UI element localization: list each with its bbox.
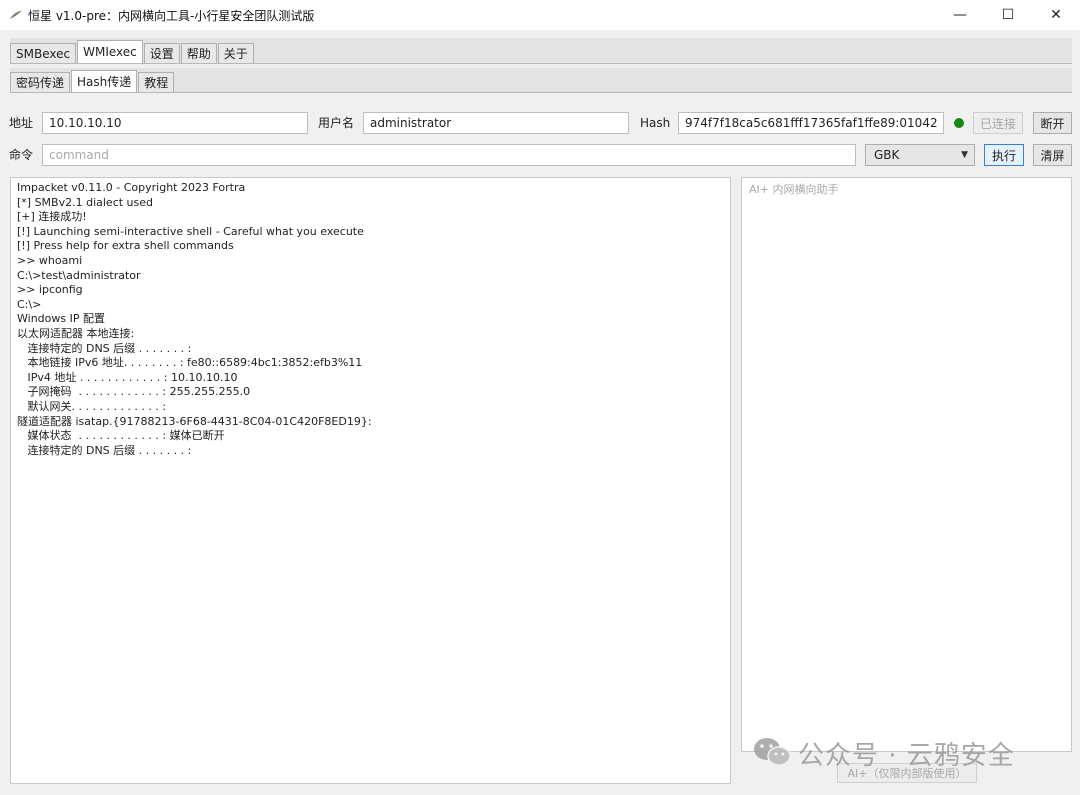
tab-settings[interactable]: 设置 (143, 43, 180, 63)
connection-row: 地址 用户名 Hash 已连接 断开 (0, 112, 1080, 136)
output-line: 隧道适配器 isatap.{91788213-6F68-4431-8C04-01… (17, 414, 372, 428)
output-line: 连接特定的 DNS 后缀 . . . . . . . : (17, 443, 192, 457)
command-row: 命令 GBK ▼ 执行 清屏 (0, 144, 1080, 168)
output-line: 媒体状态 . . . . . . . . . . . . : 媒体已断开 (17, 429, 225, 443)
output-line: >> whoami (17, 253, 83, 267)
title-bar: 恒星 v1.0-pre：内网横向工具-小行星安全团队测试版 — ☐ ✕ (0, 0, 1080, 30)
dropdown-arrow-icon: ▼ (961, 150, 968, 160)
hash-input[interactable] (685, 113, 937, 133)
encoding-select[interactable]: GBK ▼ (865, 144, 975, 166)
command-field[interactable] (42, 144, 856, 166)
clear-screen-button[interactable]: 清屏 (1033, 144, 1072, 166)
address-field[interactable] (42, 112, 308, 134)
wechat-logo-icon (752, 735, 792, 772)
output-line: Impacket v0.11.0 - Copyright 2023 Fortra (17, 181, 246, 194)
output-line: 本地链接 IPv6 地址. . . . . . . . : fe80::6589… (17, 356, 363, 370)
tab-wmiexec[interactable]: WMIexec (77, 40, 143, 63)
app-window: 恒星 v1.0-pre：内网横向工具-小行星安全团队测试版 — ☐ ✕ SMBe… (0, 0, 1080, 795)
disconnect-button[interactable]: 断开 (1033, 112, 1072, 134)
hash-label: Hash (640, 116, 671, 130)
output-line: [*] SMBv2.1 dialect used (17, 195, 154, 209)
tab-about[interactable]: 关于 (217, 43, 254, 63)
address-input[interactable] (49, 113, 301, 133)
output-line: 默认网关. . . . . . . . . . . . . : (17, 399, 167, 413)
ai-panel-placeholder: AI+ 内网横向助手 (749, 183, 839, 196)
maximize-button[interactable]: ☐ (984, 0, 1032, 30)
output-line: 连接特定的 DNS 后缀 . . . . . . . : (17, 341, 192, 355)
username-field[interactable] (363, 112, 629, 134)
encoding-value: GBK (874, 148, 900, 162)
watermark-text: 公众号 · 云鸦安全 (798, 740, 1015, 771)
execute-button[interactable]: 执行 (984, 144, 1024, 166)
command-input[interactable] (49, 145, 849, 165)
tab-hash-pass[interactable]: Hash传递 (71, 70, 138, 92)
output-line: [!] Press help for extra shell commands (17, 239, 234, 253)
output-line: IPv4 地址 . . . . . . . . . . . . : 10.10.… (17, 370, 238, 384)
output-line: C:\> (17, 297, 42, 311)
tab-help[interactable]: 帮助 (180, 43, 217, 63)
address-label: 地址 (9, 116, 34, 130)
output-line: >> ipconfig (17, 283, 83, 297)
output-line: [+] 连接成功! (17, 210, 87, 224)
main-tab-bar: SMBexec WMIexec 设置 帮助 关于 (10, 38, 1072, 64)
minimize-button[interactable]: — (936, 0, 984, 30)
window-title: 恒星 v1.0-pre：内网横向工具-小行星安全团队测试版 (28, 8, 315, 23)
command-output-pane[interactable]: Impacket v0.11.0 - Copyright 2023 Fortra… (10, 177, 731, 784)
username-input[interactable] (370, 113, 622, 133)
ai-assistant-panel[interactable]: AI+ 内网横向助手 (741, 177, 1072, 752)
connected-button[interactable]: 已连接 (973, 112, 1023, 134)
tab-password-pass[interactable]: 密码传递 (10, 72, 71, 92)
output-line: 以太网适配器 本地连接: (17, 326, 135, 340)
app-feather-icon (8, 7, 24, 23)
output-line: 子网掩码 . . . . . . . . . . . . : 255.255.2… (17, 385, 251, 399)
command-label: 命令 (9, 148, 34, 162)
close-button[interactable]: ✕ (1032, 0, 1080, 30)
connection-status-indicator (954, 118, 964, 128)
output-line: Windows IP 配置 (17, 312, 105, 326)
tab-smbexec[interactable]: SMBexec (10, 43, 77, 63)
output-line: [!] Launching semi-interactive shell - C… (17, 224, 364, 238)
watermark: 公众号 · 云鸦安全 (752, 733, 1015, 773)
username-label: 用户名 (318, 116, 355, 130)
hash-field[interactable] (678, 112, 944, 134)
output-line: C:\>test\administrator (17, 268, 141, 282)
tab-tutorial[interactable]: 教程 (138, 72, 175, 92)
sub-tab-bar: 密码传递 Hash传递 教程 (10, 68, 1072, 93)
